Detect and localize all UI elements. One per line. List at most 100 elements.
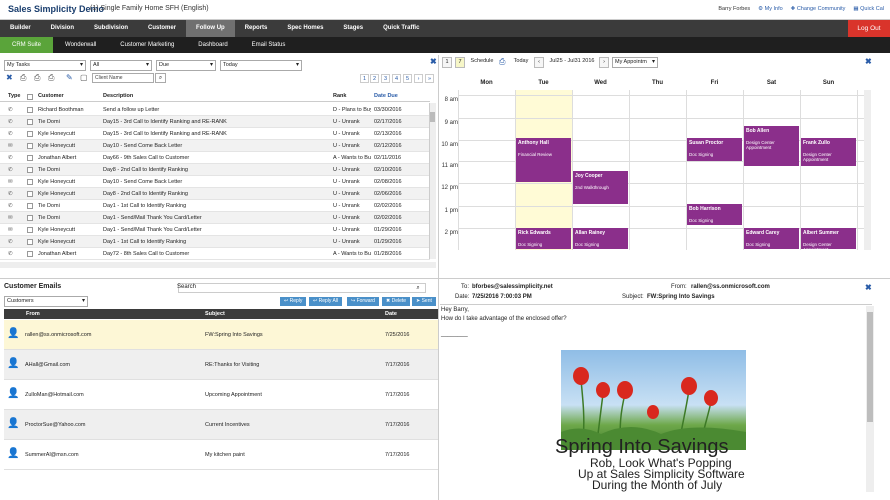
calendar-close-icon[interactable]: ✖ (865, 57, 872, 66)
nav-reports[interactable]: Reports (235, 20, 278, 37)
nav-follow-up[interactable]: Follow Up (186, 20, 235, 37)
task-owner-select[interactable]: My Tasks (4, 60, 86, 71)
task-checkbox[interactable] (27, 119, 33, 125)
cal-num-7[interactable]: 7 (455, 57, 465, 68)
task-type-select[interactable]: All (90, 60, 152, 71)
print-labels-icon[interactable]: ⎙ (48, 74, 56, 82)
task-row[interactable]: ✆ Tie Domi Day1 - 1st Call to Identify Ran… (0, 200, 430, 212)
forward-button[interactable]: ↪ Forward (347, 297, 379, 306)
preview-close-icon[interactable]: ✖ (865, 283, 872, 292)
page-2[interactable]: 2 (370, 74, 379, 83)
tab-customer-marketing[interactable]: Customer Marketing (108, 37, 186, 53)
email-row[interactable]: 👤 ZulloMan@Hotmail.com Upcoming Appointmen… (4, 380, 438, 410)
task-scrollbar[interactable] (429, 103, 436, 259)
task-row[interactable]: ✆ Jonathan Albert Day66 - 9th Sales Call t… (0, 152, 430, 164)
col-description[interactable]: Description (103, 93, 133, 99)
task-checkbox[interactable] (27, 131, 33, 137)
col-date[interactable]: Date (385, 311, 397, 317)
task-checkbox[interactable] (27, 251, 33, 257)
page-4[interactable]: 4 (392, 74, 401, 83)
nav-builder[interactable]: Builder (0, 20, 41, 37)
tab-email-status[interactable]: Email Status (240, 37, 298, 53)
task-row[interactable]: ✆ Kyle Honeycutt Day15 - 3rd Call to Ident… (0, 128, 430, 140)
reply-all-button[interactable]: ↩ Reply All (309, 297, 343, 306)
task-checkbox[interactable] (27, 179, 33, 185)
col-date-due[interactable]: Date Due (374, 93, 398, 99)
col-type[interactable]: Type (8, 93, 20, 99)
task-date-select[interactable]: Today (220, 60, 302, 71)
task-row[interactable]: ✉ Kyle Honeycutt Day10 - Send Come Back Le… (0, 176, 430, 188)
email-search-icon[interactable]: ⌕ (410, 283, 426, 293)
my-info-link[interactable]: ⚙ My Info (758, 6, 783, 12)
next-page-icon[interactable]: › (414, 74, 423, 83)
email-row[interactable]: 👤 ProctorSue@Yahoo.com Current Incentives 7… (4, 410, 438, 440)
change-community-link[interactable]: ✚ Change Community (791, 6, 846, 12)
logout-button[interactable]: Log Out (848, 20, 890, 38)
last-page-icon[interactable]: » (425, 74, 434, 83)
email-row[interactable]: 👤 AHall@Gmail.com RE:Thanks for Visiting 7/… (4, 350, 438, 380)
nav-customer[interactable]: Customer (138, 20, 186, 37)
email-search-input[interactable] (178, 283, 426, 293)
task-row[interactable]: ✆ Kyle Honeycutt Day8 - 2nd Call to Identi… (0, 188, 430, 200)
col-customer[interactable]: Customer (38, 93, 64, 99)
task-row[interactable]: ✆ Jonathan Albert Day72 - 8th Sales Call t… (0, 248, 430, 260)
delete-button[interactable]: ✖ Delete (382, 297, 411, 306)
task-row[interactable]: ✉ Kyle Honeycutt Day1 - Send/Mail Thank Yo… (0, 224, 430, 236)
nav-spec-homes[interactable]: Spec Homes (277, 20, 333, 37)
calendar-event[interactable]: Joy Cooper 2nd Walkthrough (573, 171, 628, 204)
task-checkbox[interactable] (27, 191, 33, 197)
nav-subdivision[interactable]: Subdivision (84, 20, 138, 37)
sent-button[interactable]: ➤ Sent (412, 297, 436, 306)
col-rank[interactable]: Rank (333, 93, 346, 99)
print-list-icon[interactable]: ⎙ (34, 74, 42, 82)
task-hscrollbar[interactable] (0, 262, 436, 268)
calendar-event[interactable]: Bob Allen Design Center Appointment (744, 126, 799, 166)
task-row[interactable]: ✆ Tie Domi Day15 - 3rd Call to Identify Ra… (0, 116, 430, 128)
prev-week-icon[interactable]: ‹ (534, 57, 544, 68)
nav-division[interactable]: Division (41, 20, 84, 37)
calendar-event[interactable]: Susan Proctor Doc Signing (687, 138, 742, 161)
task-checkbox[interactable] (27, 167, 33, 173)
edit-icon[interactable]: ✎ (66, 74, 74, 82)
nav-quick-traffic[interactable]: Quick Traffic (373, 20, 429, 37)
task-due-select[interactable]: Due (156, 60, 216, 71)
schedule-button[interactable]: Schedule (468, 57, 496, 68)
reply-button[interactable]: ↩ Reply (280, 297, 307, 306)
task-checkbox[interactable] (27, 239, 33, 245)
email-row[interactable]: 👤 SummerAl@msn.com My kitchen paint 7/17/20… (4, 440, 438, 470)
next-week-icon[interactable]: › (599, 57, 609, 68)
task-row[interactable]: ✆ Kyle Honeycutt Day1 - 1st Call to Identi… (0, 236, 430, 248)
calendar-event[interactable]: Bob Harrison Doc Signing (687, 204, 742, 225)
email-folder-select[interactable]: Customers (4, 296, 88, 307)
task-row[interactable]: ✉ Tie Domi Day1 - Send/Mail Thank You Card… (0, 212, 430, 224)
calendar-view-select[interactable]: My Appointm (612, 57, 658, 68)
col-subject[interactable]: Subject (205, 311, 225, 317)
select-all-checkbox[interactable] (27, 94, 33, 100)
page-1[interactable]: 1 (360, 74, 369, 83)
page-5[interactable]: 5 (403, 74, 412, 83)
print-calendar-icon[interactable]: ⎙ (499, 57, 505, 67)
tasks-close-icon[interactable]: ✖ (430, 57, 437, 66)
preview-scroll-thumb[interactable] (867, 312, 873, 422)
calendar-event[interactable]: Rick Edwards Doc Signing (516, 228, 571, 249)
calendar-event[interactable]: Anthony Hall Financial Review (516, 138, 571, 182)
task-checkbox[interactable] (27, 215, 33, 221)
today-button[interactable]: Today (511, 57, 531, 68)
calendar-event[interactable]: Allan Rainey Doc Signing (573, 228, 628, 249)
task-scroll-thumb[interactable] (430, 112, 435, 122)
calendar-event[interactable]: Frank Zullo Design Center Appointment (801, 138, 856, 166)
calendar-scrollbar[interactable] (864, 90, 871, 250)
task-checkbox[interactable] (27, 107, 33, 113)
print-icon[interactable]: ⎙ (20, 74, 28, 82)
col-from[interactable]: From (26, 311, 40, 317)
email-row[interactable]: 👤 rallen@ss.onmicrosoft.com FW:Spring Into… (4, 320, 438, 350)
task-checkbox[interactable] (27, 143, 33, 149)
tab-wonderwall[interactable]: Wonderwall (53, 37, 108, 53)
calendar-event[interactable]: Albert Summer Design Center Appointment (801, 228, 856, 252)
calendar-event[interactable]: Edward Carey Doc Signing (744, 228, 799, 249)
nav-stages[interactable]: Stages (333, 20, 373, 37)
task-checkbox[interactable] (27, 203, 33, 209)
quick-cal-link[interactable]: ▦ Quick Cal (853, 6, 884, 12)
delete-icon[interactable]: ✖ (6, 74, 14, 82)
client-search-icon[interactable]: ⌕ (155, 73, 166, 83)
